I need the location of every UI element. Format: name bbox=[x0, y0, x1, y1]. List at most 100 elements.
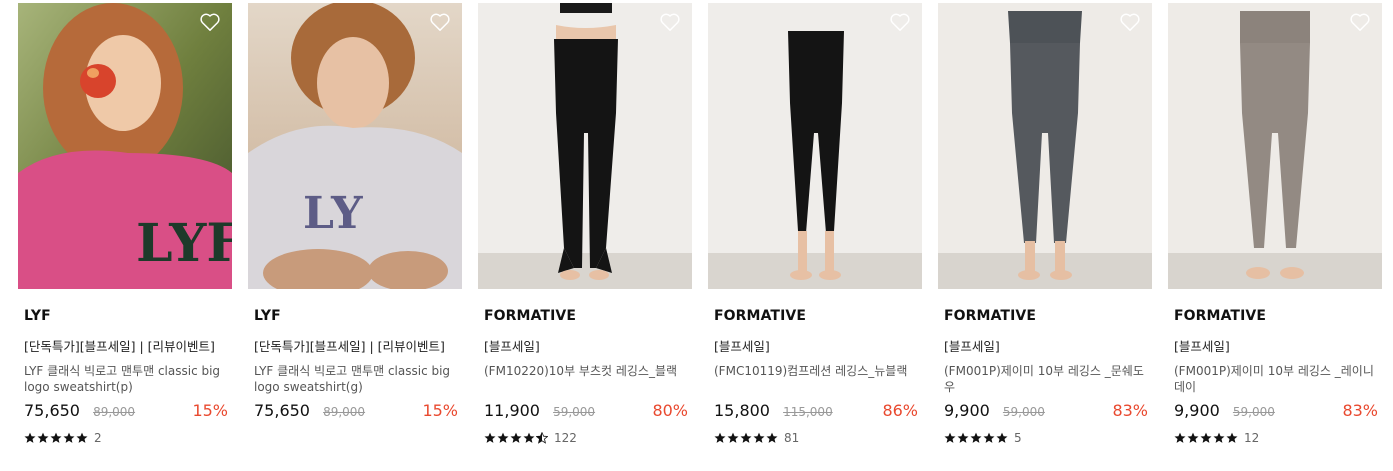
product-brand[interactable]: FORMATIVE bbox=[478, 308, 692, 324]
product-tags: [블프세일] bbox=[714, 339, 770, 354]
product-brand[interactable]: FORMATIVE bbox=[1168, 308, 1382, 324]
star-icon bbox=[536, 432, 548, 444]
sale-price: 11,900 bbox=[484, 401, 540, 420]
discount-rate: 15% bbox=[192, 401, 228, 420]
rating: 122 bbox=[478, 431, 692, 445]
star-icon bbox=[510, 432, 522, 443]
product-brand[interactable]: FORMATIVE bbox=[938, 308, 1152, 324]
star-icon bbox=[484, 432, 496, 443]
product-name[interactable]: LYF 클래식 빅로고 맨투맨 classic big logo sweatsh… bbox=[18, 363, 232, 395]
product-image[interactable]: LYF bbox=[18, 3, 232, 289]
star-icon bbox=[24, 432, 36, 443]
star-rating bbox=[944, 432, 1009, 444]
star-icon bbox=[1174, 432, 1186, 443]
original-price: 59,000 bbox=[553, 405, 596, 419]
product-card[interactable]: FORMATIVE [블프세일] (FM001P)제이미 10부 레깅스 _문쉐… bbox=[938, 3, 1152, 445]
product-name[interactable]: LYF 클래식 빅로고 맨투맨 classic big logo sweatsh… bbox=[248, 363, 462, 395]
product-name[interactable]: (FM001P)제이미 10부 레깅스 _문쉐도우 bbox=[938, 363, 1152, 395]
star-icon bbox=[983, 432, 995, 443]
star-icon bbox=[753, 432, 765, 443]
star-icon bbox=[63, 432, 75, 443]
product-grid: LYF LYF [단독특가][블프세일] | [리뷰이벤트] LYF 클래식 빅… bbox=[0, 0, 1393, 471]
product-card[interactable]: FORMATIVE [블프세일] (FMC10119)컴프레션 레깅스_뉴블랙 … bbox=[708, 3, 922, 445]
review-count: 5 bbox=[1014, 431, 1022, 445]
discount-rate: 15% bbox=[422, 401, 458, 420]
heart-outline-icon[interactable] bbox=[889, 12, 911, 32]
star-rating bbox=[714, 432, 779, 444]
product-image[interactable] bbox=[1168, 3, 1382, 289]
heart-outline-icon[interactable] bbox=[199, 12, 221, 32]
original-price: 89,000 bbox=[93, 405, 136, 419]
star-rating bbox=[1174, 432, 1239, 444]
star-rating bbox=[24, 432, 89, 444]
product-card[interactable]: FORMATIVE [블프세일] (FM001P)제이미 10부 레깅스 _레이… bbox=[1168, 3, 1382, 445]
price-row: 75,650 89,000 15% bbox=[18, 401, 232, 423]
product-name[interactable]: (FMC10119)컴프레션 레깅스_뉴블랙 bbox=[708, 363, 922, 395]
product-image[interactable] bbox=[708, 3, 922, 289]
discount-rate: 83% bbox=[1112, 401, 1148, 420]
original-price: 115,000 bbox=[783, 405, 833, 419]
svg-text:LY: LY bbox=[303, 188, 363, 239]
price-row: 9,900 59,000 83% bbox=[938, 401, 1152, 423]
heart-outline-icon[interactable] bbox=[659, 12, 681, 32]
product-brand[interactable]: LYF bbox=[18, 308, 232, 324]
star-icon bbox=[996, 432, 1008, 443]
review-count: 81 bbox=[784, 431, 800, 445]
product-image[interactable] bbox=[938, 3, 1152, 289]
sale-price: 9,900 bbox=[944, 401, 990, 420]
original-price: 59,000 bbox=[1232, 405, 1275, 419]
product-card[interactable]: LY LYF [단독특가][블프세일] | [리뷰이벤트] LYF 클래식 빅로… bbox=[248, 3, 462, 423]
product-image[interactable]: LY bbox=[248, 3, 462, 289]
review-count: 12 bbox=[1244, 431, 1260, 445]
star-icon bbox=[766, 432, 778, 443]
rating: 12 bbox=[1168, 431, 1382, 445]
sale-price: 15,800 bbox=[714, 401, 770, 420]
discount-rate: 86% bbox=[882, 401, 918, 420]
discount-rate: 83% bbox=[1342, 401, 1378, 420]
price-row: 9,900 59,000 83% bbox=[1168, 401, 1382, 423]
product-brand[interactable]: FORMATIVE bbox=[708, 308, 922, 324]
star-icon bbox=[714, 432, 726, 443]
heart-outline-icon[interactable] bbox=[429, 12, 451, 32]
star-icon bbox=[50, 432, 62, 443]
star-icon bbox=[944, 432, 956, 443]
star-icon bbox=[1213, 432, 1225, 443]
star-icon bbox=[970, 432, 982, 443]
review-count: 2 bbox=[94, 431, 102, 445]
star-icon bbox=[37, 432, 49, 443]
star-icon bbox=[957, 432, 969, 443]
product-image[interactable] bbox=[478, 3, 692, 289]
review-count: 122 bbox=[554, 431, 577, 445]
sale-price: 75,650 bbox=[254, 401, 310, 420]
star-icon bbox=[1200, 432, 1212, 443]
rating: 2 bbox=[18, 431, 232, 445]
price-row: 75,650 89,000 15% bbox=[248, 401, 462, 423]
original-price: 59,000 bbox=[1002, 405, 1045, 419]
product-card[interactable]: LYF LYF [단독특가][블프세일] | [리뷰이벤트] LYF 클래식 빅… bbox=[18, 3, 232, 445]
product-brand[interactable]: LYF bbox=[248, 308, 462, 324]
product-tags: [단독특가][블프세일] | [리뷰이벤트] bbox=[254, 339, 445, 354]
star-icon bbox=[740, 432, 752, 443]
product-tags: [블프세일] bbox=[944, 339, 1000, 354]
original-price: 89,000 bbox=[323, 405, 366, 419]
sale-price: 75,650 bbox=[24, 401, 80, 420]
star-icon bbox=[1187, 432, 1199, 443]
price-row: 15,800 115,000 86% bbox=[708, 401, 922, 423]
sale-price: 9,900 bbox=[1174, 401, 1220, 420]
star-rating bbox=[484, 432, 549, 444]
product-card[interactable]: FORMATIVE [블프세일] (FM10220)10부 부츠컷 레깅스_블랙… bbox=[478, 3, 692, 445]
heart-outline-icon[interactable] bbox=[1349, 12, 1371, 32]
product-tags: [블프세일] bbox=[484, 339, 540, 354]
star-icon bbox=[1226, 432, 1238, 443]
product-tags: [단독특가][블프세일] | [리뷰이벤트] bbox=[24, 339, 215, 354]
rating: 81 bbox=[708, 431, 922, 445]
price-row: 11,900 59,000 80% bbox=[478, 401, 692, 423]
star-icon bbox=[76, 432, 88, 443]
product-name[interactable]: (FM001P)제이미 10부 레깅스 _레이니데이 bbox=[1168, 363, 1382, 395]
heart-outline-icon[interactable] bbox=[1119, 12, 1141, 32]
svg-text:LYF: LYF bbox=[136, 213, 232, 274]
rating: 5 bbox=[938, 431, 1152, 445]
star-icon bbox=[523, 432, 535, 443]
star-icon bbox=[497, 432, 509, 443]
product-name[interactable]: (FM10220)10부 부츠컷 레깅스_블랙 bbox=[478, 363, 692, 395]
